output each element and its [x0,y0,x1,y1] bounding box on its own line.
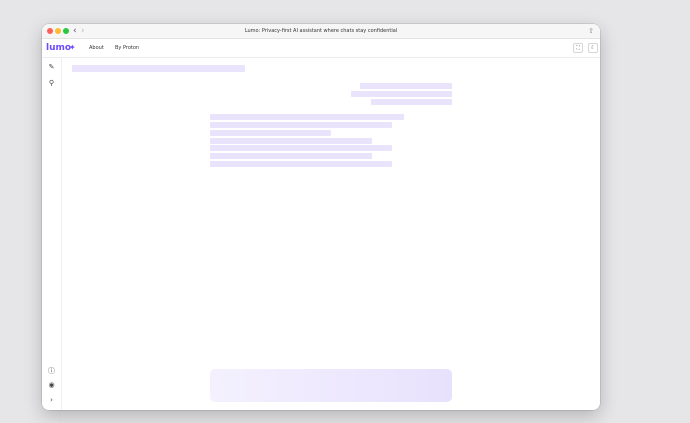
search-icon[interactable]: ⚲ [47,79,56,88]
lumo-logo[interactable]: lumo [46,40,71,56]
app-header: lumo ✦ About By Proton ⛶ ☾ [42,39,600,58]
skeleton-response-line [210,114,404,120]
privacy-icon[interactable]: ◉ [47,381,56,390]
window-title: Lumo: Privacy-first AI assistant where c… [244,28,398,34]
app-window: ‹ › Lumo: Privacy-first AI assistant whe… [42,24,600,410]
share-icon[interactable]: ⇧ [586,26,596,36]
skeleton-response-line [210,153,372,159]
expand-sidebar-icon[interactable]: › [47,396,56,405]
skeleton-user-line [371,99,452,105]
skeleton-response-line [210,145,392,151]
theme-icon[interactable]: ☾ [588,43,598,53]
skeleton-response-line [210,130,331,136]
message-composer[interactable] [210,369,452,402]
sparkle-icon: ✦ [69,43,76,52]
window-titlebar: ‹ › Lumo: Privacy-first AI assistant whe… [42,24,600,39]
sidebar: ✎ ⚲ ⓘ ◉ › [42,58,62,410]
new-chat-icon[interactable]: ✎ [47,63,56,72]
skeleton-response-line [210,122,392,128]
nav-by-proton-link[interactable]: By Proton [115,39,139,57]
skeleton-title [72,65,245,72]
help-icon[interactable]: ⓘ [47,367,56,376]
skeleton-user-line [351,91,452,97]
skeleton-response-line [210,138,372,144]
skeleton-response-line [210,161,392,167]
skeleton-user-line [360,83,452,89]
expand-icon[interactable]: ⛶ [573,43,583,53]
nav-about-link[interactable]: About [89,39,104,57]
